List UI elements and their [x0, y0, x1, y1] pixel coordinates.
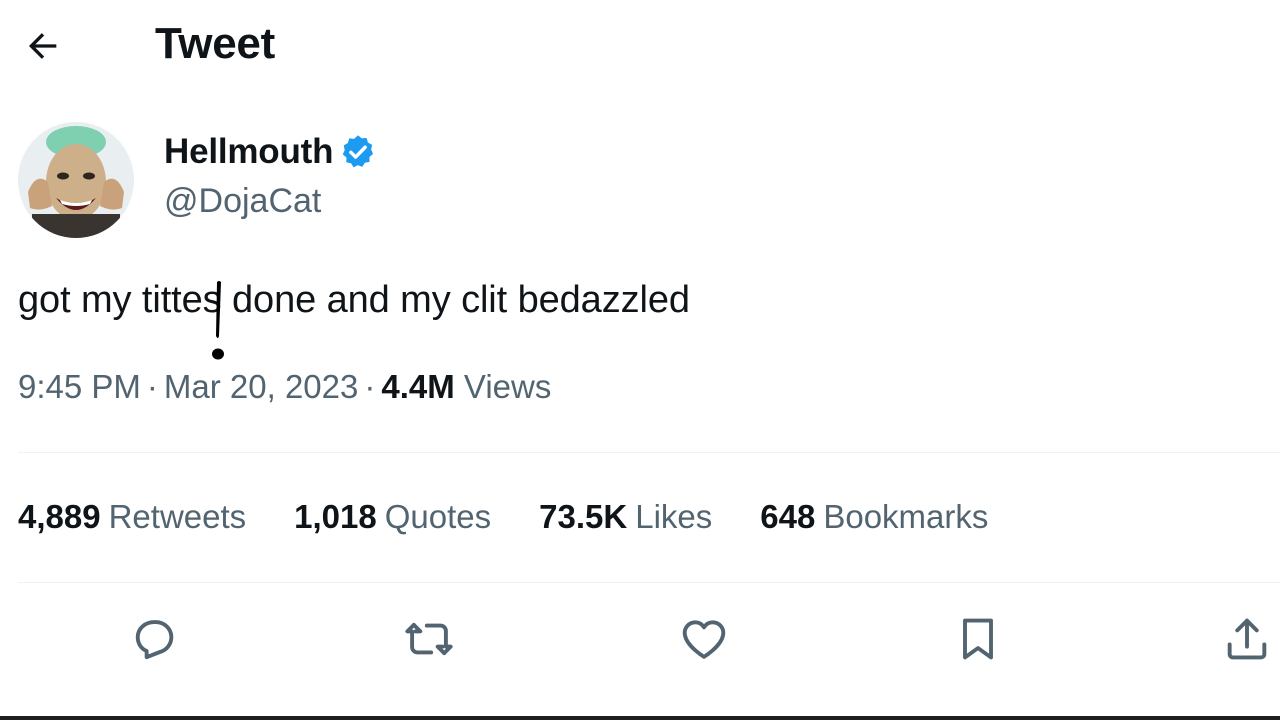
action-bar [0, 606, 1280, 672]
meta-separator: · [364, 368, 376, 405]
stat-retweets[interactable]: 4,889 Retweets [18, 498, 246, 536]
page-title: Tweet [155, 19, 275, 68]
tweet-text: got my tittes done and my clit bedazzled [18, 279, 690, 321]
likes-label: Likes [635, 498, 713, 535]
quotes-count: 1,018 [294, 498, 377, 535]
bookmarks-count: 648 [760, 498, 816, 535]
tweet-meta: 9:45 PM · Mar 20, 2023 · 4.4M Views [18, 368, 551, 406]
bookmarks-label: Bookmarks [823, 498, 989, 535]
author-name-row[interactable]: Hellmouth [164, 132, 377, 172]
bookmark-icon [963, 618, 993, 660]
back-button[interactable] [20, 24, 66, 68]
meta-separator: · [146, 368, 158, 405]
tweet-time[interactable]: 9:45 PM [18, 368, 141, 405]
display-name: Hellmouth [164, 132, 334, 171]
avatar-image [18, 122, 134, 238]
retweet-icon [405, 622, 453, 656]
engagement-stats: 4,889 Retweets 1,018 Quotes 73.5K Likes 648… [18, 498, 1036, 536]
stat-quotes[interactable]: 1,018 Quotes [294, 498, 491, 536]
divider [18, 582, 1280, 583]
reply-icon [135, 620, 174, 660]
handdrawn-exclamation-mark [212, 281, 224, 360]
bookmark-button[interactable] [945, 606, 1011, 672]
arrow-left-icon [29, 33, 57, 59]
top-bar: Tweet [0, 0, 1280, 92]
tweet-date[interactable]: Mar 20, 2023 [164, 368, 358, 405]
divider [18, 452, 1280, 453]
author-handle[interactable]: @DojaCat [164, 182, 321, 221]
heart-icon [682, 620, 726, 659]
likes-count: 73.5K [539, 498, 628, 535]
verified-badge-icon [343, 135, 374, 168]
retweet-button[interactable] [396, 606, 462, 672]
retweets-count: 4,889 [18, 498, 101, 535]
views-count[interactable]: 4.4M [381, 368, 454, 405]
views-label: Views [463, 368, 552, 405]
like-button[interactable] [671, 606, 737, 672]
bottom-edge [0, 716, 1280, 720]
reply-button[interactable] [121, 606, 187, 672]
avatar[interactable] [18, 122, 134, 238]
quotes-label: Quotes [384, 498, 492, 535]
share-icon [1227, 618, 1267, 660]
stat-bookmarks[interactable]: 648 Bookmarks [760, 498, 988, 536]
share-button[interactable] [1214, 606, 1280, 672]
stat-likes[interactable]: 73.5K Likes [539, 498, 712, 536]
retweets-label: Retweets [108, 498, 247, 535]
